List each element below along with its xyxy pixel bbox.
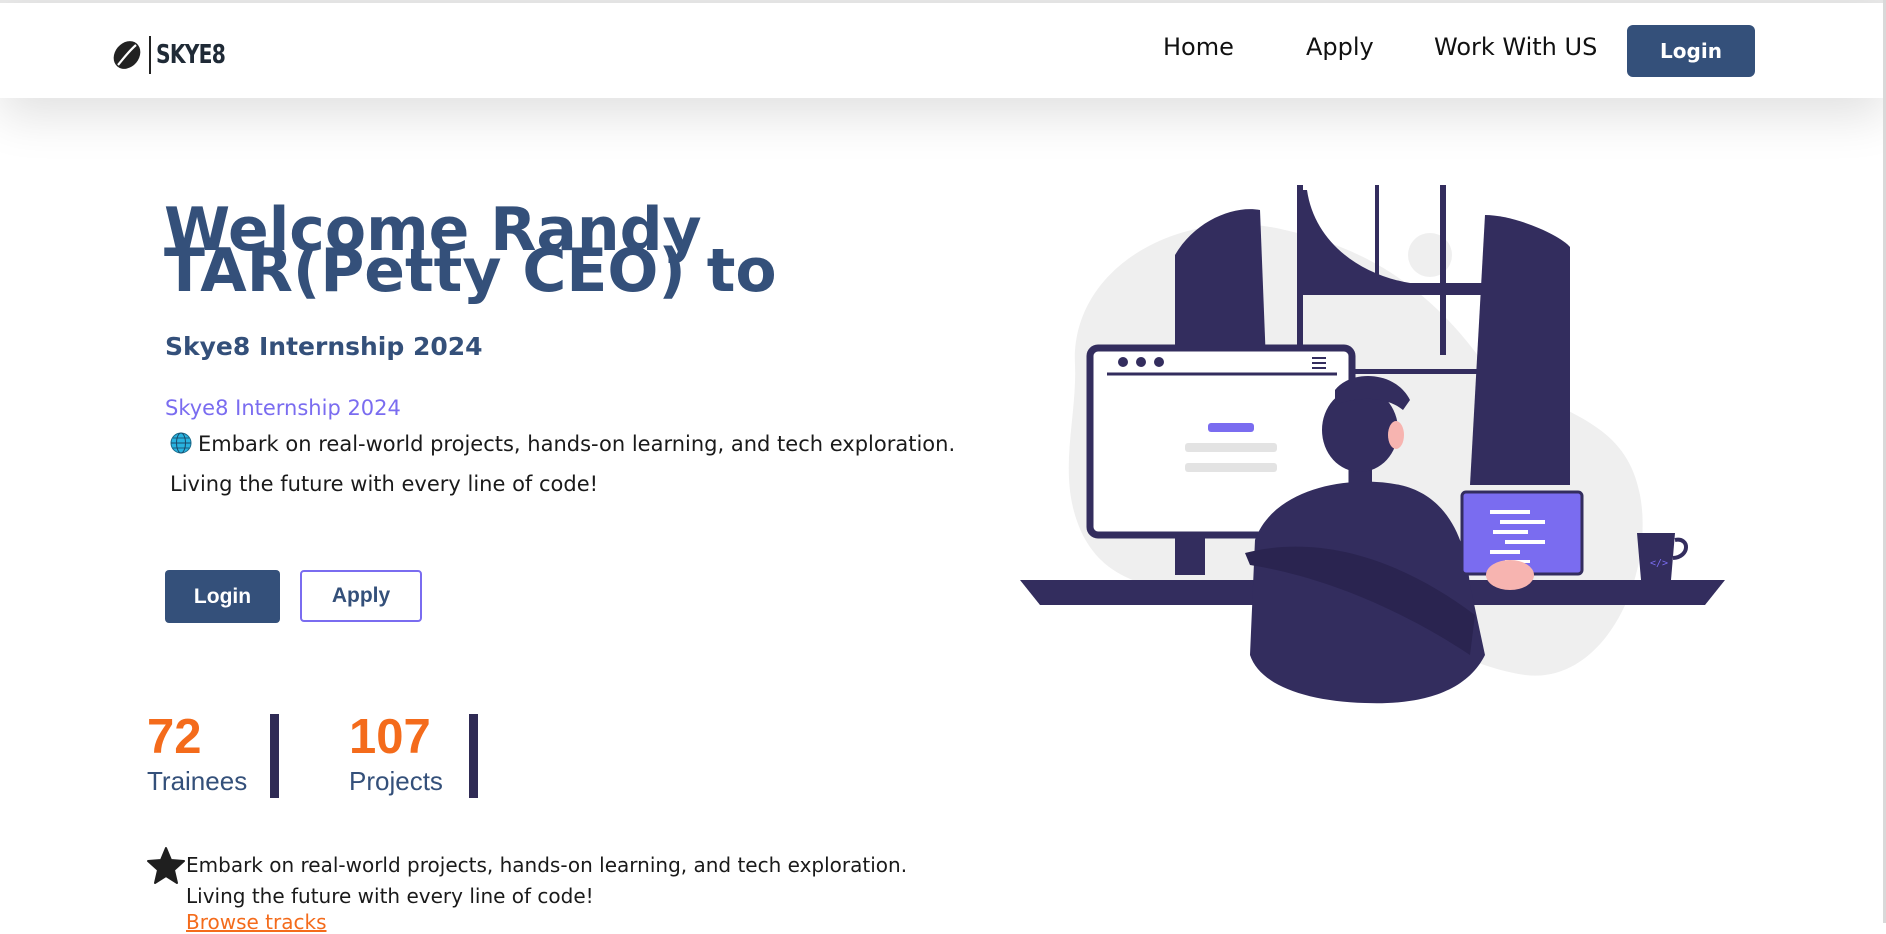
logo-divider <box>149 36 151 74</box>
stat-trainees: 72 Trainees <box>147 712 247 797</box>
globe-icon <box>170 432 192 454</box>
hero-login-button[interactable]: Login <box>165 570 280 623</box>
svg-text:</>: </> <box>1650 558 1668 569</box>
stat-trainees-value: 72 <box>147 710 202 764</box>
stat-projects-value: 107 <box>349 710 431 764</box>
hero-description: Embark on real-world projects, hands-on … <box>170 424 1000 504</box>
hero-tagline: Skye8 Internship 2024 <box>165 396 401 420</box>
stat-divider <box>270 714 279 798</box>
stat-divider <box>469 714 478 798</box>
logo-text: SKYE8 <box>156 40 226 70</box>
hero-title: Welcome Randy TAR(Petty CEO) to <box>164 195 777 306</box>
nav-home-link[interactable]: Home <box>1163 33 1234 61</box>
browse-tracks-link[interactable]: Browse tracks <box>186 910 327 934</box>
nav-work-with-us-link[interactable]: Work With US <box>1434 33 1597 61</box>
nav-login-button[interactable]: Login <box>1627 25 1755 77</box>
developer-illustration: </> <box>1020 185 1725 704</box>
logo[interactable]: SKYE8 <box>110 33 245 77</box>
nav-apply-link[interactable]: Apply <box>1306 33 1374 61</box>
hero-description-text: Embark on real-world projects, hands-on … <box>170 432 956 496</box>
navbar: SKYE8 Home Apply Work With US Login <box>0 3 1886 98</box>
stat-trainees-label: Trainees <box>147 766 248 796</box>
feature-text: Embark on real-world projects, hands-on … <box>186 853 908 908</box>
stat-projects: 107 Projects <box>349 712 443 797</box>
hero-apply-button[interactable]: Apply <box>300 570 422 622</box>
stat-projects-label: Projects <box>349 766 443 796</box>
hero-subtitle: Skye8 Internship 2024 <box>165 332 483 361</box>
star-icon <box>147 847 185 884</box>
coffee-bean-icon <box>113 41 141 69</box>
